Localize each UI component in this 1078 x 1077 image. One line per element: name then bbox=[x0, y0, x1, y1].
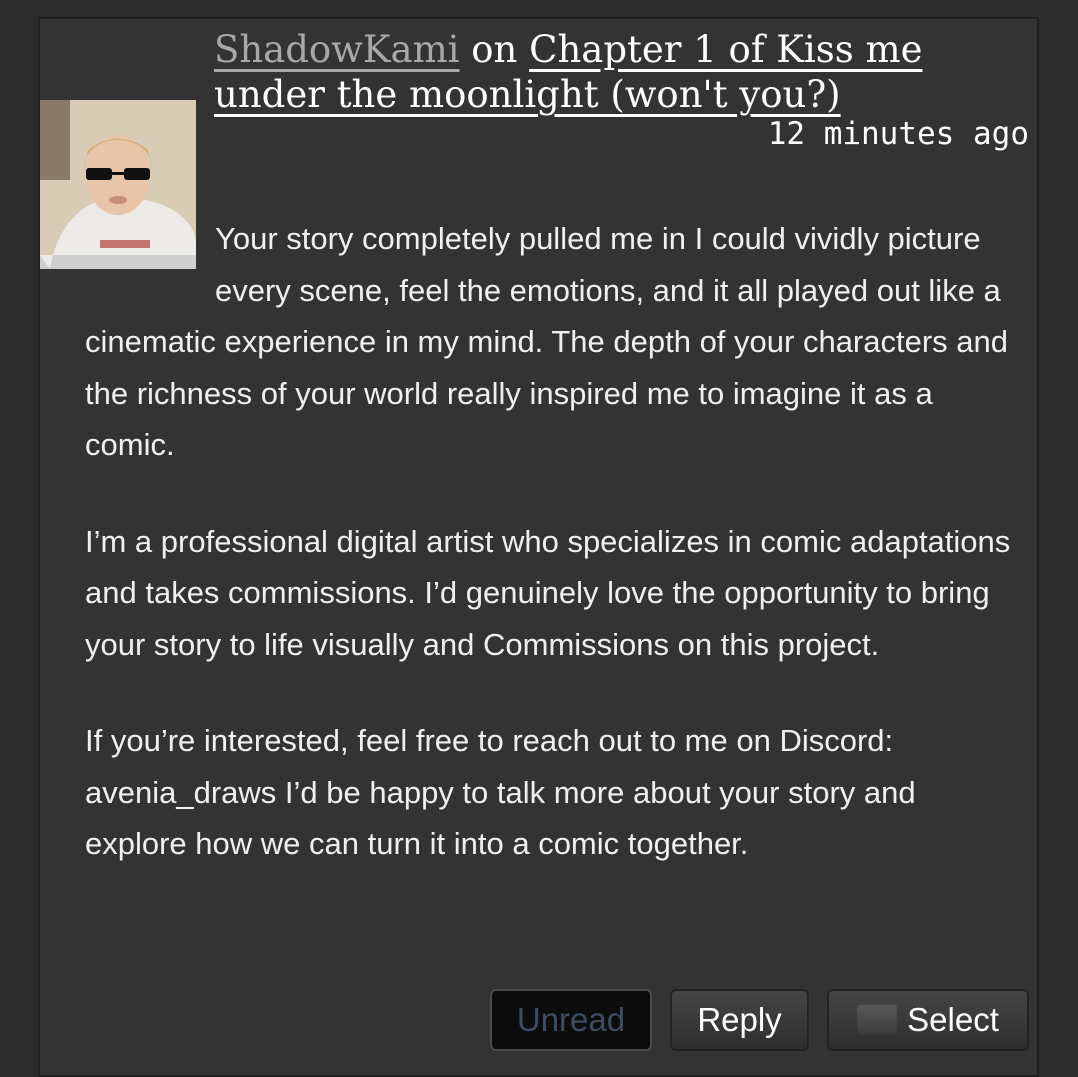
comment-paragraph: Your story completely pulled me in I cou… bbox=[85, 221, 1009, 462]
select-label: Select bbox=[907, 1001, 999, 1038]
unread-button[interactable]: Unread bbox=[490, 989, 652, 1051]
comment-card: ShadowKami on Chapter 1 of Kiss me under… bbox=[38, 17, 1039, 1077]
reply-button[interactable]: Reply bbox=[670, 989, 809, 1051]
comment-body: Your story completely pulled me in I cou… bbox=[85, 213, 1015, 915]
comment-paragraph: I’m a professional digital artist who sp… bbox=[85, 523, 1011, 662]
heading-connector: on bbox=[471, 28, 518, 71]
comment-timestamp: 12 minutes ago bbox=[767, 116, 1029, 152]
comment-paragraph: If you’re interested, feel free to reach… bbox=[85, 723, 916, 861]
select-button[interactable]: Select bbox=[827, 989, 1029, 1051]
author-link[interactable]: ShadowKami bbox=[214, 28, 460, 71]
select-checkbox[interactable] bbox=[857, 1005, 898, 1035]
avatar-spacer bbox=[85, 213, 215, 309]
comment-actions: Unread Reply Select bbox=[490, 989, 1029, 1051]
comment-heading: ShadowKami on Chapter 1 of Kiss me under… bbox=[214, 27, 974, 117]
